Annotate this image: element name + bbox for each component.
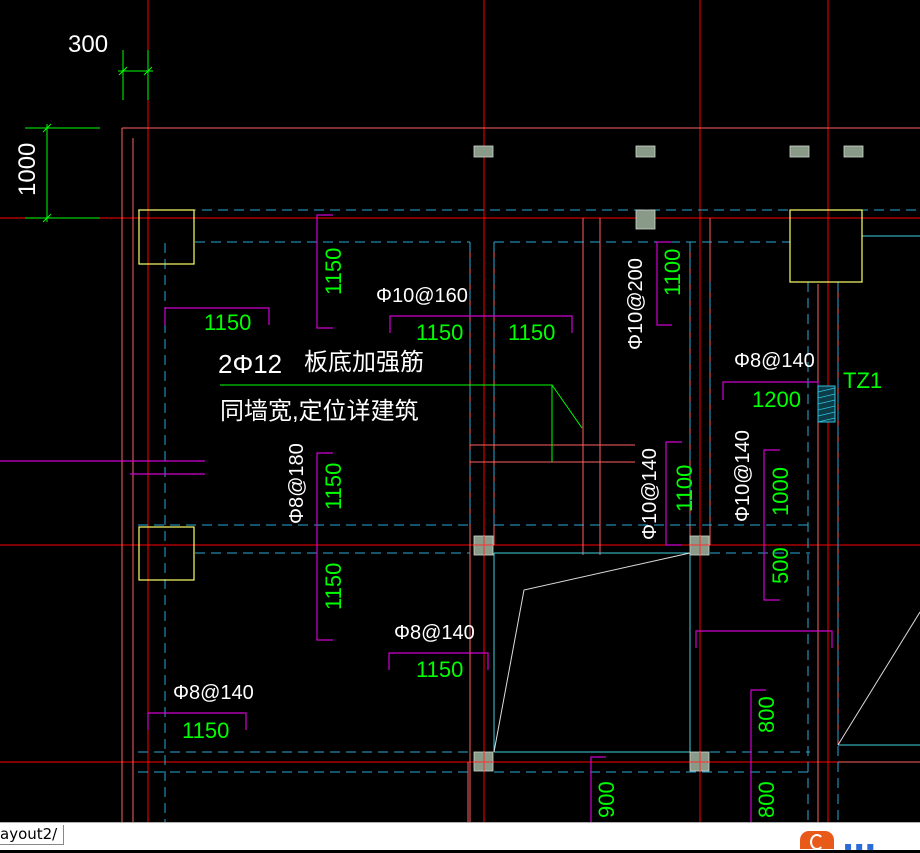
rebar-label-r2: Φ10@200 — [625, 258, 647, 350]
note-bar-spec: 2Φ12 — [218, 349, 283, 379]
opening-lines — [493, 552, 920, 753]
column-crosses — [474, 536, 709, 771]
dim-top-width: 300 — [68, 31, 109, 58]
column-tag-tz1: TZ1 — [843, 368, 883, 393]
rebar-label-r6: Φ10@140 — [732, 430, 754, 522]
slab-edges — [493, 235, 920, 753]
tab-layout2[interactable]: ayout2/ — [0, 825, 65, 845]
dim-1150-v3: 1150 — [321, 562, 346, 610]
dim-1150-a: 1150 — [204, 310, 252, 335]
dim-900: 900 — [594, 781, 619, 818]
rebar-label-r1: Φ10@160 — [376, 285, 468, 307]
dim-1150-b: 1150 — [416, 320, 464, 345]
dim-1000: 1000 — [768, 467, 793, 516]
note-bar-title: 板底加强筋 — [304, 349, 424, 376]
app-logo-icon[interactable] — [800, 831, 834, 850]
rebar-label-r8: Φ8@140 — [173, 682, 254, 704]
note-bar-desc: 同墙宽,定位详建筑 — [220, 398, 419, 425]
beam-lines — [138, 209, 920, 822]
dim-800-b: 800 — [754, 781, 779, 818]
rebar-label-r7: Φ8@140 — [394, 622, 475, 644]
small-columns — [473, 145, 864, 772]
dim-1200: 1200 — [752, 387, 801, 412]
rebar-label-r5: Φ10@140 — [639, 448, 661, 540]
dim-1150-v2: 1150 — [321, 462, 346, 510]
dim-1150-v1: 1150 — [321, 247, 346, 295]
tray-more-icon[interactable]: ▪▪▪ — [844, 839, 877, 853]
dim-500: 500 — [768, 547, 793, 584]
cad-drawing-area[interactable]: 300 1000 1150 1150 1150 1200 1150 1150 1… — [0, 0, 920, 822]
dim-800-a: 800 — [754, 696, 779, 733]
tz1-column — [817, 385, 836, 423]
rebar-label-r4: Φ8@180 — [286, 443, 308, 524]
dim-1150-c: 1150 — [508, 320, 556, 345]
wall-lines — [121, 127, 920, 822]
dim-left-height: 1000 — [14, 142, 41, 196]
dim-1100-a: 1100 — [660, 248, 685, 296]
system-tray: ▪▪▪ — [800, 827, 920, 853]
rebar-label-r3: Φ8@140 — [734, 350, 815, 372]
dim-1150-d: 1150 — [416, 657, 464, 682]
dim-1150-e: 1150 — [182, 718, 230, 743]
dim-1100-b: 1100 — [672, 464, 697, 512]
layout-tab-bar: ayout2/ ▪▪▪ — [0, 822, 920, 853]
